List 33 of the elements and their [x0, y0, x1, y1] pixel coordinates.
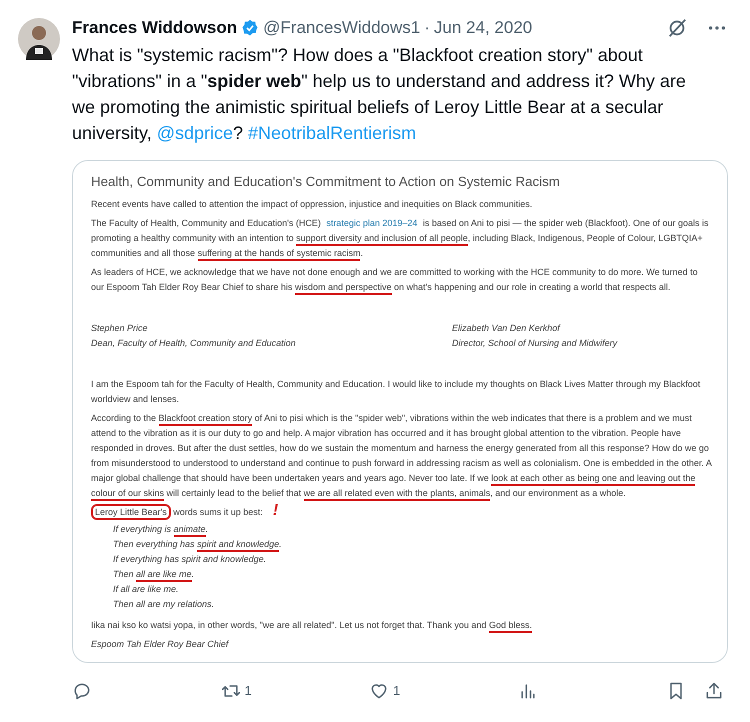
author-name[interactable]: Frances Widdowson	[72, 15, 238, 41]
document-paragraph: According to the Blackfoot creation story of Ani to pisi which is the "spider web", vibrations within the web indicates that there is a problem and we must attend to the vibration as it is our duty to go and help. A major vibration has occurred and it has brought global attention to the vibration. People have responded in droves. But after the dust settles, how do we sustain the momentum and harness the energy generated from all this response? How do we go from misunderstood to understood to understand and continue to push forward in addressing racism as well as colonialism. One is embedded in the other. A major global challenge that should have been undertaken years and years ago. Never too late. If we look at each other as being one and leaving out the colour of our skins will certainly lead to the belief that we are all related even with the plants, animals, and our environment as a whole.	[91, 411, 713, 501]
poem-line: If all are like me.	[113, 583, 180, 596]
poem-line: Then all are my relations.	[113, 598, 216, 611]
reply-icon[interactable]	[72, 681, 92, 701]
poem-line: If everything is animate.	[113, 522, 713, 537]
document-link[interactable]: strategic plan 2019–24	[326, 218, 418, 228]
document-title: Health, Community and Education's Commitment to Action on Systemic Racism	[91, 173, 561, 191]
separator-dot: ·	[424, 17, 430, 40]
slashed-circle-icon[interactable]	[666, 17, 688, 39]
signatory-name: Elizabeth Van Den Kerkhof	[452, 322, 562, 335]
document-paragraph: As leaders of HCE, we acknowledge that we have not done enough and we are committed to working with the HCE community to do more. We turned to our Espoom Tah Elder Roy Bear Chief to share his wisdom and perspective on what's happening and our role in creating a world that respects all.	[91, 265, 713, 295]
author-handle[interactable]: @FrancesWiddows1	[263, 15, 420, 41]
document-paragraph: Iika nai kso ko watsi yopa, in other words, "we are all related". Let us not forget that. Thank you and God bless.	[91, 618, 713, 633]
heart-icon[interactable]	[369, 681, 389, 701]
retweet-count: 1	[244, 682, 252, 700]
signatory-name: Stephen Price	[91, 322, 149, 335]
document-paragraph: The Faculty of Health, Community and Education's (HCE) strategic plan 2019–24 is based on Ani to pisi — the spider web (Blackfoot). One of our goals is promoting a healthy community with an intention to support diversity and inclusion of all people, including Black, Indigenous, People of Colour, LGBTQIA+ communities and all those suffering at the hands of systemic racism.	[91, 216, 713, 261]
attached-document[interactable]	[72, 160, 728, 663]
signatory-role: Director, School of Nursing and Midwifery	[452, 337, 618, 350]
tweet-text: What is "systemic racism"? How does a "Blackfoot creation story" about "vibrations" in a "spider web" help us to understand and address it? Why are we promoting the animistic spiritual beliefs of Leroy Little Bear at a secular university, @sdprice? #NeotribalRentierism	[72, 44, 687, 145]
post-date[interactable]: Jun 24, 2020	[434, 15, 532, 41]
document-paragraph: Leroy Little Bear's words sums it up best: !	[91, 505, 713, 520]
poem-line: Then everything has spirit and knowledge.	[113, 537, 713, 552]
document-paragraph: I am the Espoom tah for the Faculty of Health, Community and Education. I would like to include my thoughts on Black Lives Matter through my Blackfoot worldview and lenses.	[91, 378, 702, 406]
poem-line: Then all are like me.	[113, 567, 713, 582]
like-count: 1	[393, 682, 400, 700]
avatar[interactable]	[18, 18, 60, 60]
poem-line: If everything has spirit and knowledge.	[113, 553, 268, 566]
document-paragraph: Recent events have called to attention the impact of oppression, injustice and inequities on Black communities.	[91, 198, 534, 211]
signatory-role: Dean, Faculty of Health, Community and Education	[91, 337, 297, 350]
share-icon[interactable]	[704, 681, 724, 701]
document-signature: Espoom Tah Elder Roy Bear Chief	[91, 638, 230, 651]
